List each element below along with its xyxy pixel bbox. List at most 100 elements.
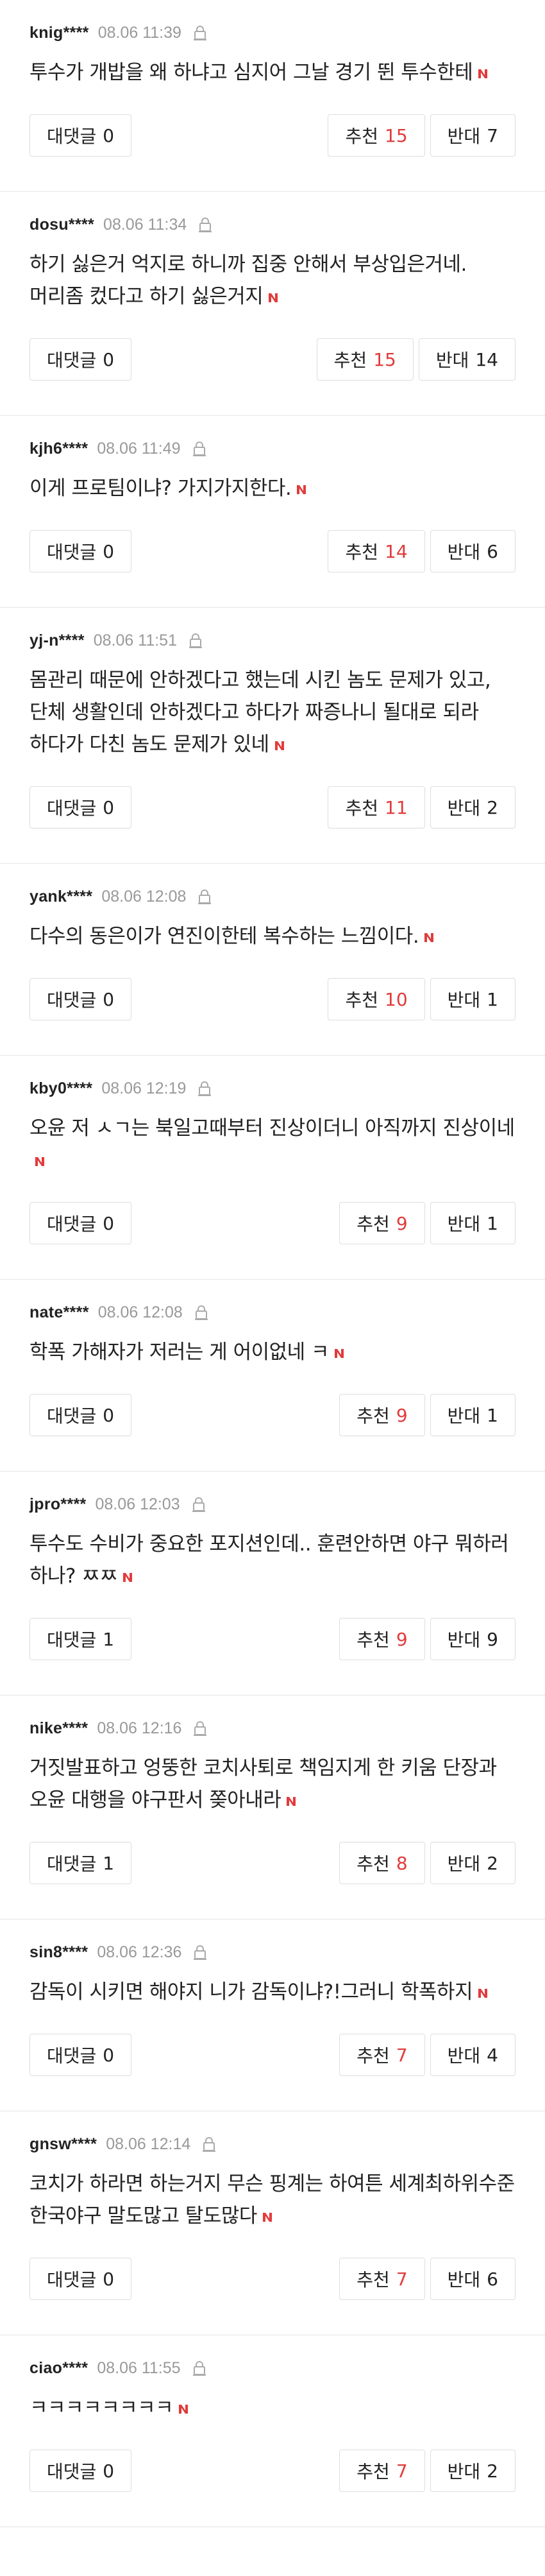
vote-group: 추천 9 반대 1 <box>339 1202 516 1244</box>
reply-button[interactable]: 대댓글 0 <box>29 2034 132 2076</box>
recommend-button[interactable]: 추천 7 <box>339 2450 425 2492</box>
new-badge-icon <box>262 2213 272 2222</box>
oppose-button[interactable]: 반대 1 <box>430 978 516 1020</box>
oppose-button[interactable]: 반대 1 <box>430 1202 516 1244</box>
oppose-button[interactable]: 반대 2 <box>430 2450 516 2492</box>
comment-text: 하기 싫은거 억지로 하니까 집중 안해서 부상입은거네. 머리좀 컸다고 하기… <box>29 253 467 308</box>
lock-icon <box>196 888 213 905</box>
comment-text: 오윤 저 ㅅㄱ는 북일고때부터 진상이더니 아직까지 진상이네 <box>29 1117 515 1140</box>
reply-button[interactable]: 대댓글 0 <box>29 978 132 1020</box>
recommend-label: 추천 <box>345 126 378 147</box>
recommend-button[interactable]: 추천 11 <box>328 786 425 829</box>
oppose-button[interactable]: 반대 6 <box>430 530 516 572</box>
comment-body: ㅋㅋㅋㅋㅋㅋㅋㅋ <box>29 2392 516 2424</box>
oppose-button[interactable]: 반대 1 <box>430 1394 516 1436</box>
vote-group: 추천 7 반대 2 <box>339 2450 516 2492</box>
comment-meta: yj-n**** 08.06 11:51 <box>29 630 516 651</box>
recommend-count: 15 <box>373 348 396 370</box>
oppose-count: 2 <box>487 796 498 818</box>
lock-icon <box>192 24 208 41</box>
comment-body: 학폭 가해자가 저러는 게 어이없네 ㅋ <box>29 1336 516 1368</box>
recommend-button[interactable]: 추천 9 <box>339 1618 425 1660</box>
reply-label: 대댓글 <box>47 1214 97 1235</box>
comment-actions: 대댓글 0 추천 7 반대 4 <box>29 2034 516 2076</box>
comment-meta: yank**** 08.06 12:08 <box>29 886 516 907</box>
vote-group: 추천 7 반대 4 <box>339 2034 516 2076</box>
reply-label: 대댓글 <box>47 2269 97 2290</box>
oppose-count: 2 <box>487 1852 498 1874</box>
oppose-button[interactable]: 반대 7 <box>430 114 516 157</box>
new-badge-icon <box>179 2405 189 2414</box>
recommend-label: 추천 <box>333 350 367 371</box>
recommend-label: 추천 <box>356 2269 390 2290</box>
comment-author: nike**** <box>29 1719 88 1737</box>
recommend-button[interactable]: 추천 15 <box>316 338 414 381</box>
recommend-label: 추천 <box>356 1629 390 1651</box>
recommend-button[interactable]: 추천 14 <box>328 530 425 572</box>
reply-button[interactable]: 대댓글 0 <box>29 2258 132 2300</box>
comment-body: 하기 싫은거 억지로 하니까 집중 안해서 부상입은거네. 머리좀 컸다고 하기… <box>29 248 516 313</box>
comment-meta: kjh6**** 08.06 11:49 <box>29 438 516 459</box>
reply-button[interactable]: 대댓글 1 <box>29 1842 132 1884</box>
comment-date: 08.06 11:51 <box>93 631 177 649</box>
recommend-button[interactable]: 추천 7 <box>339 2034 425 2076</box>
reply-button[interactable]: 대댓글 0 <box>29 338 132 381</box>
comment-author: knig**** <box>29 23 89 42</box>
new-badge-icon <box>269 293 278 302</box>
reply-count: 0 <box>103 1404 115 1426</box>
vote-group: 추천 9 반대 1 <box>339 1394 516 1436</box>
recommend-button[interactable]: 추천 9 <box>339 1394 425 1436</box>
reply-count: 0 <box>103 2460 115 2482</box>
oppose-label: 반대 <box>447 126 481 147</box>
reply-count: 0 <box>103 348 115 370</box>
oppose-button[interactable]: 반대 9 <box>430 1618 516 1660</box>
reply-count: 0 <box>103 2268 115 2290</box>
comment-date: 08.06 12:16 <box>97 1719 182 1737</box>
lock-icon <box>201 2136 217 2152</box>
recommend-count: 8 <box>396 1852 408 1874</box>
new-badge-icon <box>274 741 284 750</box>
recommend-button[interactable]: 추천 8 <box>339 1842 425 1884</box>
oppose-button[interactable]: 반대 2 <box>430 786 516 829</box>
comment-body: 다수의 동은이가 연진이한테 복수하는 느낌이다. <box>29 920 516 952</box>
recommend-count: 14 <box>385 540 408 562</box>
recommend-count: 11 <box>385 796 408 818</box>
oppose-button[interactable]: 반대 6 <box>430 2258 516 2300</box>
reply-button[interactable]: 대댓글 0 <box>29 1202 132 1244</box>
comment-actions: 대댓글 0 추천 9 반대 1 <box>29 1394 516 1436</box>
oppose-label: 반대 <box>447 2461 481 2482</box>
reply-button[interactable]: 대댓글 0 <box>29 530 132 572</box>
reply-button[interactable]: 대댓글 0 <box>29 2450 132 2492</box>
oppose-count: 7 <box>487 125 498 146</box>
reply-button[interactable]: 대댓글 0 <box>29 786 132 829</box>
reply-button[interactable]: 대댓글 1 <box>29 1618 132 1660</box>
new-badge-icon <box>35 1157 44 1166</box>
comment-item: sin8**** 08.06 12:36 감독이 시키면 해야지 니가 감독이냐?!… <box>0 1919 545 2111</box>
reply-button[interactable]: 대댓글 0 <box>29 114 132 157</box>
oppose-button[interactable]: 반대 14 <box>418 338 516 381</box>
recommend-button[interactable]: 추천 9 <box>339 1202 425 1244</box>
recommend-button[interactable]: 추천 15 <box>328 114 425 157</box>
reply-count: 1 <box>103 1852 115 1874</box>
reply-label: 대댓글 <box>47 542 97 563</box>
comment-author: sin8**** <box>29 1943 88 1961</box>
oppose-label: 반대 <box>447 2269 481 2290</box>
recommend-count: 9 <box>396 1404 408 1426</box>
comment-actions: 대댓글 0 추천 9 반대 1 <box>29 1202 516 1244</box>
recommend-button[interactable]: 추천 10 <box>328 978 425 1020</box>
oppose-button[interactable]: 반대 4 <box>430 2034 516 2076</box>
oppose-button[interactable]: 반대 2 <box>430 1842 516 1884</box>
recommend-label: 추천 <box>356 2461 390 2482</box>
comment-body: 오윤 저 ㅅㄱ는 북일고때부터 진상이더니 아직까지 진상이네 <box>29 1112 516 1176</box>
comment-text: 투수가 개밥을 왜 하냐고 심지어 그날 경기 뛴 투수한테 <box>29 61 473 84</box>
oppose-label: 반대 <box>447 1214 481 1235</box>
reply-label: 대댓글 <box>47 798 97 819</box>
recommend-button[interactable]: 추천 7 <box>339 2258 425 2300</box>
comment-meta: knig**** 08.06 11:39 <box>29 22 516 44</box>
new-badge-icon <box>123 1573 133 1582</box>
reply-button[interactable]: 대댓글 0 <box>29 1394 132 1436</box>
comment-item: knig**** 08.06 11:39 투수가 개밥을 왜 하냐고 심지어 그날 … <box>0 0 545 192</box>
comment-date: 08.06 12:36 <box>97 1943 182 1961</box>
comment-meta: jpro**** 08.06 12:03 <box>29 1493 516 1515</box>
new-badge-icon <box>335 1349 344 1358</box>
